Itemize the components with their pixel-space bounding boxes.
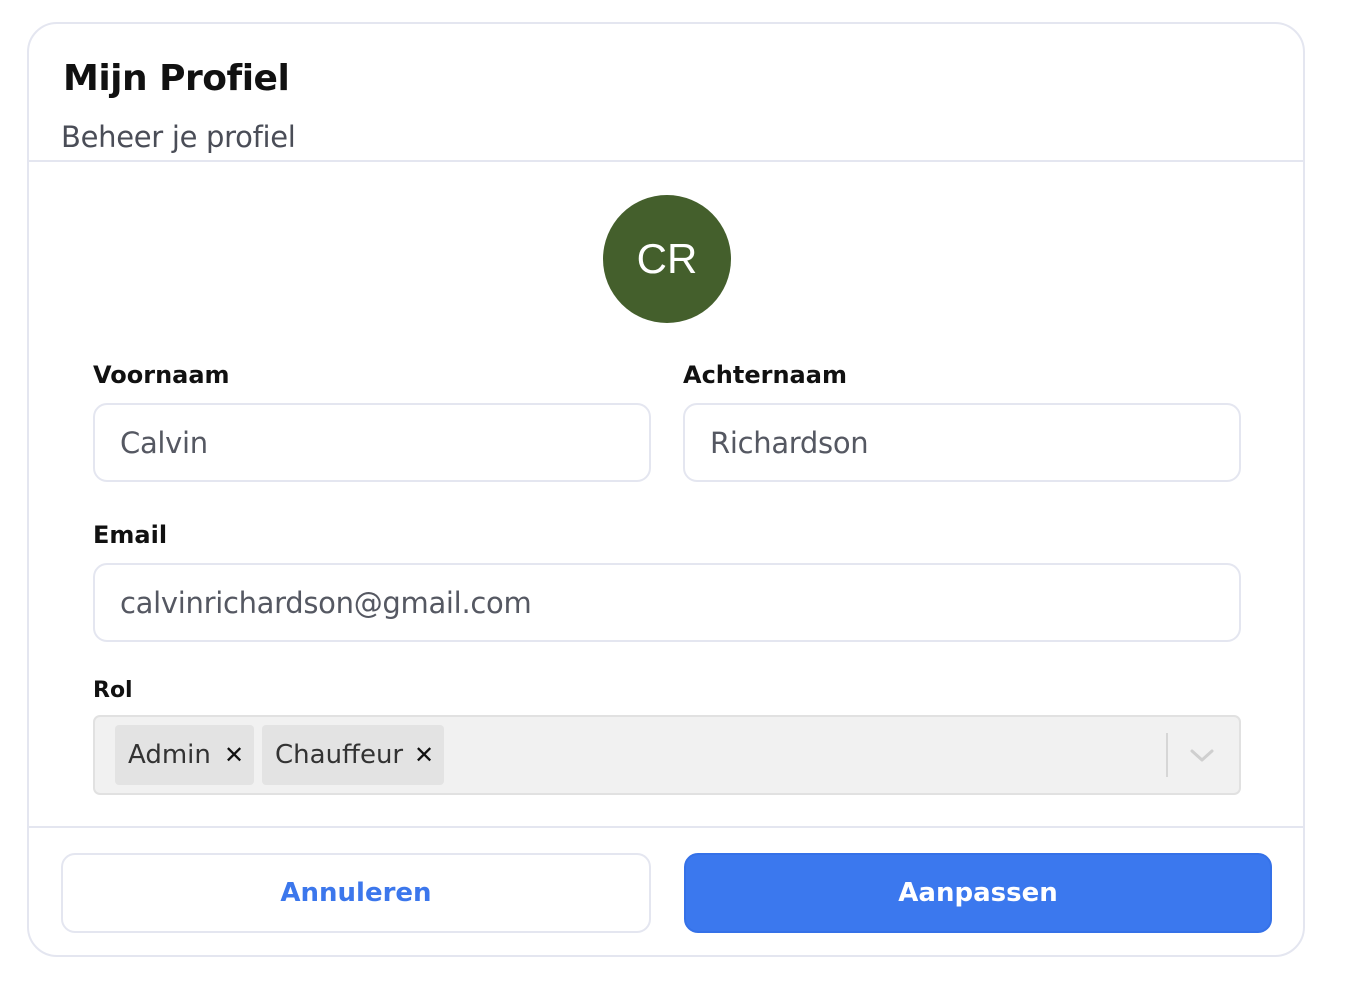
role-chip-chauffeur: Chauffeur ✕	[262, 725, 444, 785]
avatar: CR	[603, 195, 731, 323]
role-label: Rol	[93, 678, 133, 703]
email-label: Email	[93, 521, 168, 549]
close-icon[interactable]: ✕	[404, 725, 444, 785]
cancel-button[interactable]: Annuleren	[61, 853, 651, 933]
last-name-input[interactable]: Richardson	[683, 403, 1241, 482]
first-name-label: Voornaam	[93, 361, 230, 389]
chevron-down-icon[interactable]	[1187, 741, 1217, 771]
role-chip-admin: Admin ✕	[115, 725, 254, 785]
profile-card: Mijn Profiel Beheer je profiel CR Voorna…	[27, 22, 1305, 957]
role-chip-label: Chauffeur	[275, 740, 404, 770]
select-separator	[1166, 733, 1168, 777]
first-name-input[interactable]: Calvin	[93, 403, 651, 482]
save-button[interactable]: Aanpassen	[684, 853, 1272, 933]
email-input[interactable]: calvinrichardson@gmail.com	[93, 563, 1241, 642]
page-title: Mijn Profiel	[63, 58, 290, 99]
page-subtitle: Beheer je profiel	[61, 120, 296, 154]
last-name-label: Achternaam	[683, 361, 847, 389]
close-icon[interactable]: ✕	[214, 725, 254, 785]
footer-divider	[29, 826, 1303, 828]
role-chip-label: Admin	[128, 740, 211, 770]
card-header: Mijn Profiel Beheer je profiel	[29, 24, 1303, 162]
role-select[interactable]: Admin ✕ Chauffeur ✕	[93, 715, 1241, 795]
